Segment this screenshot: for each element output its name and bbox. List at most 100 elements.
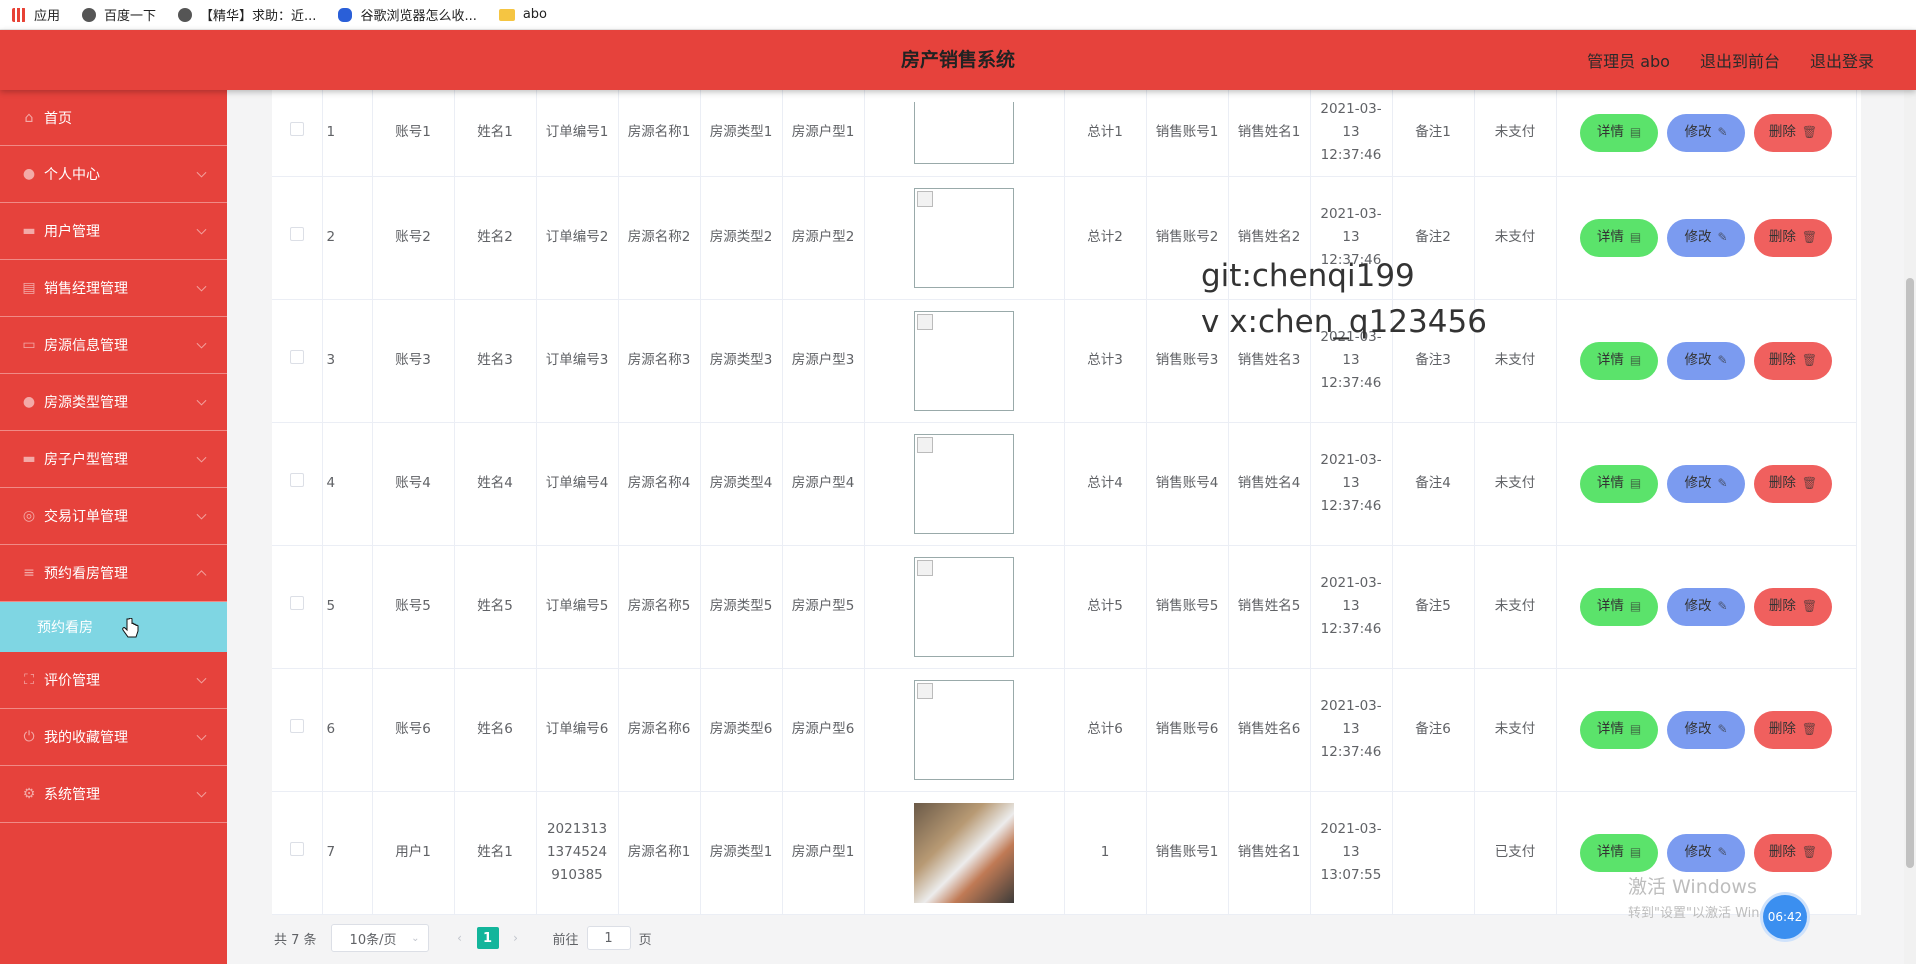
name-cell: 姓名3 (454, 299, 537, 423)
sidebar-item[interactable]: ▭ 房源信息管理 (0, 317, 227, 374)
sidebar-item[interactable]: ⚙ 系统管理 (0, 766, 227, 823)
house-type-cell: 房源类型3 (700, 299, 783, 423)
edit-button[interactable]: 修改 ✎ (1667, 341, 1745, 380)
goto-page: 前往 1 页 (553, 926, 652, 950)
edit-button[interactable]: 修改 ✎ (1667, 218, 1745, 257)
page-scrollbar[interactable] (1904, 90, 1916, 964)
account-cell: 账号1 (372, 90, 455, 177)
logout-link[interactable]: 退出登录 (1810, 48, 1874, 72)
sidebar-item[interactable]: ▬ 房子户型管理 (0, 431, 227, 488)
next-page-button[interactable]: › (504, 927, 527, 949)
row-checkbox[interactable] (289, 350, 304, 364)
document-icon: ▤ (1629, 599, 1642, 613)
sales-name-cell: 销售姓名1 (1228, 90, 1311, 177)
bookmark-item[interactable]: abo (498, 7, 547, 22)
bookmark-item[interactable]: 【精华】求助：近... (178, 5, 316, 24)
sidebar-item[interactable]: ⌂ 首页 (0, 90, 227, 146)
row-checkbox[interactable] (289, 227, 304, 241)
delete-button[interactable]: 删除 🗑 (1754, 218, 1832, 257)
edit-button[interactable]: 修改 ✎ (1667, 464, 1745, 503)
detail-button[interactable]: 详情 ▤ (1580, 218, 1658, 257)
sidebar-item[interactable]: ≡ 预约看房管理 (0, 545, 227, 602)
detail-button[interactable]: 详情 ▤ (1580, 587, 1658, 626)
detail-button[interactable]: 详情 ▤ (1580, 113, 1658, 152)
delete-button[interactable]: 删除 🗑 (1754, 464, 1832, 503)
pencil-icon: ✎ (1717, 599, 1728, 613)
sales-name-cell: 销售姓名4 (1228, 422, 1311, 546)
globe-icon (82, 7, 97, 22)
sidebar-item[interactable]: ⛶ 评价管理 (0, 652, 227, 709)
delete-button-label: 删除 (1768, 475, 1796, 491)
prev-page-button[interactable]: ‹ (448, 927, 471, 949)
page-size-select[interactable]: 10条/页 ⌄ (330, 924, 429, 952)
edit-button[interactable]: 修改 ✎ (1667, 113, 1745, 152)
total-cell: 总计2 (1064, 176, 1147, 300)
sidebar-item[interactable]: ⏻ 我的收藏管理 (0, 709, 227, 766)
row-checkbox[interactable] (289, 473, 304, 487)
page-number-current[interactable]: 1 (476, 927, 499, 949)
sidebar-item[interactable]: ▤ 销售经理管理 (0, 260, 227, 317)
edit-button[interactable]: 修改 ✎ (1667, 587, 1745, 626)
row-actions: 详情 ▤ 修改 ✎ 删除 🗑 (1561, 113, 1852, 152)
table-row: 6 账号6 姓名6 订单编号6 房源名称6 房源类型6 房源户型6 总计6 销售账号6 销售姓名6… (272, 668, 1857, 792)
bookmark-item[interactable]: 谷歌浏览器怎么收... (338, 5, 477, 24)
document-icon: ▤ (1629, 230, 1642, 244)
detail-button[interactable]: 详情 ▤ (1580, 464, 1658, 503)
main-content: 1 账号1 姓名1 订单编号1 房源名称1 房源类型1 房源户型1 总计1 销售账号1 销售姓名1… (227, 90, 1916, 964)
detail-button[interactable]: 详情 ▤ (1580, 833, 1658, 872)
delete-button[interactable]: 删除 🗑 (1754, 587, 1832, 626)
row-actions: 详情 ▤ 修改 ✎ 删除 🗑 (1561, 710, 1852, 749)
home-icon: ⌂ (24, 109, 34, 126)
house-layout-cell: 房源户型1 (782, 90, 865, 177)
delete-button[interactable]: 删除 🗑 (1754, 341, 1832, 380)
sidebar-item-label: 系统管理 (44, 787, 100, 803)
row-checkbox[interactable] (289, 122, 304, 137)
row-checkbox[interactable] (289, 719, 304, 733)
detail-button[interactable]: 详情 ▤ (1580, 710, 1658, 749)
admin-user-link[interactable]: 管理员 abo (1587, 48, 1670, 72)
broken-image-icon (917, 559, 933, 576)
sidebar-item[interactable]: ● 个人中心 (0, 146, 227, 203)
globe-icon (178, 7, 193, 22)
row-checkbox[interactable] (289, 596, 304, 610)
checkbox-cell (272, 90, 323, 177)
edit-button[interactable]: 修改 ✎ (1667, 833, 1745, 872)
goto-page-input[interactable]: 1 (586, 926, 631, 950)
account-cell: 账号4 (372, 422, 455, 546)
delete-button[interactable]: 删除 🗑 (1754, 113, 1832, 152)
delete-button-label: 删除 (1768, 598, 1796, 614)
edit-button-label: 修改 (1684, 598, 1712, 614)
row-actions: 详情 ▤ 修改 ✎ 删除 🗑 (1561, 587, 1852, 626)
bookmark-item[interactable]: 应用 (12, 5, 60, 24)
delete-button[interactable]: 删除 🗑 (1754, 710, 1832, 749)
sidebar-item[interactable]: ◎ 交易订单管理 (0, 488, 227, 545)
order-number-cell: 订单编号5 (536, 545, 619, 669)
sidebar-subitem-active[interactable]: 预约看房 (0, 602, 227, 652)
bookmarks-bar: 应用 百度一下 【精华】求助：近... 谷歌浏览器怎么收... abo (0, 0, 1916, 30)
time-cell: 2021-03-13 12:37:46 (1310, 90, 1393, 177)
watermark-line-2: v x:chen_q123456 (1201, 304, 1487, 340)
sidebar-item[interactable]: ● 房源类型管理 (0, 374, 227, 431)
edit-button-label: 修改 (1684, 229, 1712, 245)
detail-button-label: 详情 (1596, 352, 1624, 368)
delete-button[interactable]: 删除 🗑 (1754, 833, 1832, 872)
row-checkbox[interactable] (289, 842, 304, 856)
edit-button[interactable]: 修改 ✎ (1667, 710, 1745, 749)
time-cell: 2021-03-13 12:37:46 (1310, 668, 1393, 792)
checkbox-cell (272, 176, 323, 300)
broken-image-icon (914, 433, 1014, 534)
name-cell: 姓名4 (454, 422, 537, 546)
detail-button[interactable]: 详情 ▤ (1580, 341, 1658, 380)
sales-account-cell: 销售账号5 (1146, 545, 1229, 669)
bookmark-item[interactable]: 百度一下 (82, 5, 156, 24)
payment-status-cell: 未支付 (1474, 545, 1557, 669)
sidebar-item[interactable]: ▬ 用户管理 (0, 203, 227, 260)
house-name-cell: 房源名称2 (618, 176, 701, 300)
back-to-front-link[interactable]: 退出到前台 (1700, 48, 1780, 72)
broken-image-icon (914, 101, 1014, 164)
row-index: 2 (322, 176, 373, 300)
page-size-value: 10条/页 (349, 932, 397, 948)
house-layout-cell: 房源户型6 (782, 668, 865, 792)
scrollbar-thumb[interactable] (1906, 278, 1914, 868)
chevron-down-icon (196, 224, 207, 235)
